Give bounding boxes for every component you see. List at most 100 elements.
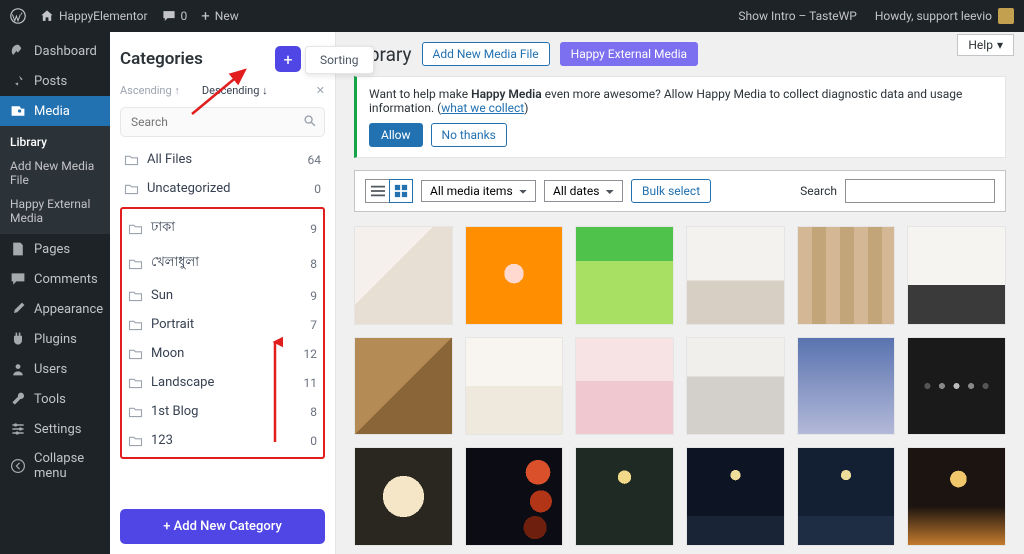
submenu-happy-external[interactable]: Happy External Media	[0, 192, 110, 230]
media-item[interactable]	[465, 447, 564, 546]
comment-icon	[10, 271, 26, 287]
close-sort-icon[interactable]: ✕	[316, 84, 325, 97]
show-intro-link[interactable]: Show Intro – TasteWP	[738, 9, 857, 23]
search-label: Search	[800, 184, 837, 198]
sidebar-item-plugins[interactable]: Plugins	[0, 324, 110, 354]
folder-row[interactable]: Sun9	[124, 281, 321, 310]
sidebar-item-posts[interactable]: Posts	[0, 66, 110, 96]
media-item[interactable]	[354, 447, 453, 546]
media-item[interactable]	[465, 337, 564, 436]
media-grid	[354, 226, 1006, 554]
folder-icon	[128, 377, 143, 389]
media-item[interactable]	[575, 226, 674, 325]
list-view-button[interactable]	[365, 179, 389, 203]
wp-logo[interactable]	[10, 8, 26, 24]
sidebar-item-settings[interactable]: Settings	[0, 414, 110, 444]
arrow-down-icon: ↓	[262, 84, 268, 97]
wrench-icon	[10, 391, 26, 407]
folder-uncategorized[interactable]: Uncategorized 0	[120, 174, 325, 203]
media-item[interactable]	[907, 447, 1006, 546]
howdy-account[interactable]: Howdy, support leevio	[875, 8, 1014, 24]
media-item[interactable]	[797, 337, 896, 436]
folder-icon	[124, 183, 139, 195]
sidebar-item-media[interactable]: Media	[0, 96, 110, 126]
happy-external-button[interactable]: Happy External Media	[560, 42, 698, 66]
folder-row[interactable]: Landscape11	[124, 368, 321, 397]
sidebar-item-tools[interactable]: Tools	[0, 384, 110, 414]
folder-row[interactable]: 1230	[124, 426, 321, 455]
media-item[interactable]	[686, 337, 785, 436]
folder-icon	[128, 290, 143, 302]
media-item[interactable]	[465, 226, 564, 325]
grid-view-button[interactable]	[389, 179, 413, 203]
annotation-arrow-icon	[190, 66, 250, 116]
sidebar-item-pages[interactable]: Pages	[0, 234, 110, 264]
media-item[interactable]	[686, 226, 785, 325]
allow-button[interactable]: Allow	[369, 123, 423, 147]
notice-text: Want to help make Happy Media even more …	[369, 87, 962, 115]
diagnostic-notice: Want to help make Happy Media even more …	[354, 76, 1006, 158]
add-category-button[interactable]: + Add New Category	[120, 509, 325, 544]
add-folder-button[interactable]: +	[275, 46, 301, 72]
folder-row[interactable]: 1st Blog8	[124, 397, 321, 426]
media-item[interactable]	[907, 226, 1006, 325]
annotation-arrow-icon	[267, 337, 283, 447]
media-submenu: Library Add New Media File Happy Externa…	[0, 126, 110, 234]
folder-row[interactable]: খেলাধুলা8	[124, 246, 321, 281]
comments-link[interactable]: 0	[162, 9, 188, 23]
search-icon	[303, 114, 317, 132]
media-type-select[interactable]: All media items	[421, 180, 536, 202]
help-button[interactable]: Help▾	[957, 34, 1014, 56]
site-home[interactable]: HappyElementor	[40, 9, 148, 23]
filter-bar: All media items All dates Bulk select Se…	[354, 170, 1006, 212]
site-name: HappyElementor	[59, 9, 148, 23]
folder-icon	[124, 154, 139, 166]
folder-icon	[128, 223, 143, 235]
pin-icon	[10, 73, 26, 89]
media-search-input[interactable]	[845, 179, 995, 203]
media-item[interactable]	[354, 226, 453, 325]
dates-select[interactable]: All dates	[544, 180, 623, 202]
folder-icon	[128, 406, 143, 418]
submenu-library[interactable]: Library	[0, 130, 110, 154]
folder-row[interactable]: ঢাকা9	[124, 211, 321, 246]
admin-bar: HappyElementor 0 +New Show Intro – Taste…	[0, 0, 1024, 32]
sorting-popup[interactable]: Sorting	[305, 46, 374, 74]
gauge-icon	[10, 43, 26, 59]
bulk-select-button[interactable]: Bulk select	[631, 179, 711, 203]
user-icon	[10, 361, 26, 377]
folder-icon	[128, 435, 143, 447]
sidebar-item-appearance[interactable]: Appearance	[0, 294, 110, 324]
media-item[interactable]	[797, 226, 896, 325]
what-we-collect-link[interactable]: what we collect	[441, 101, 524, 115]
media-item[interactable]	[354, 337, 453, 436]
ascending-option[interactable]: Ascending ↑	[120, 84, 180, 97]
folder-all-files[interactable]: All Files 64	[120, 145, 325, 174]
content-area: Help▾ Library Add New Media File Happy E…	[336, 32, 1024, 554]
media-item[interactable]	[575, 447, 674, 546]
arrow-up-icon: ↑	[174, 84, 180, 97]
no-thanks-button[interactable]: No thanks	[431, 123, 507, 147]
sidebar-item-users[interactable]: Users	[0, 354, 110, 384]
folder-row[interactable]: Portrait7	[124, 310, 321, 339]
media-icon	[10, 103, 26, 119]
page-icon	[10, 241, 26, 257]
media-item[interactable]	[907, 337, 1006, 436]
media-item[interactable]	[575, 337, 674, 436]
new-link[interactable]: +New	[201, 7, 238, 25]
top-folders: All Files 64 Uncategorized 0	[120, 145, 325, 203]
highlighted-folders-box: ঢাকা9 খেলাধুলা8 Sun9 Portrait7 Moon12 La…	[120, 207, 325, 459]
media-item[interactable]	[797, 447, 896, 546]
collapse-icon	[10, 458, 26, 474]
sidebar-item-comments[interactable]: Comments	[0, 264, 110, 294]
folder-row[interactable]: Moon12	[124, 339, 321, 368]
media-item[interactable]	[686, 447, 785, 546]
folder-icon	[128, 319, 143, 331]
sidebar-item-collapse[interactable]: Collapse menu	[0, 444, 110, 488]
folder-icon	[128, 258, 143, 270]
add-new-media-button[interactable]: Add New Media File	[422, 42, 550, 66]
avatar	[998, 8, 1014, 24]
comments-count: 0	[181, 9, 188, 23]
sidebar-item-dashboard[interactable]: Dashboard	[0, 36, 110, 66]
submenu-add-new[interactable]: Add New Media File	[0, 154, 110, 192]
